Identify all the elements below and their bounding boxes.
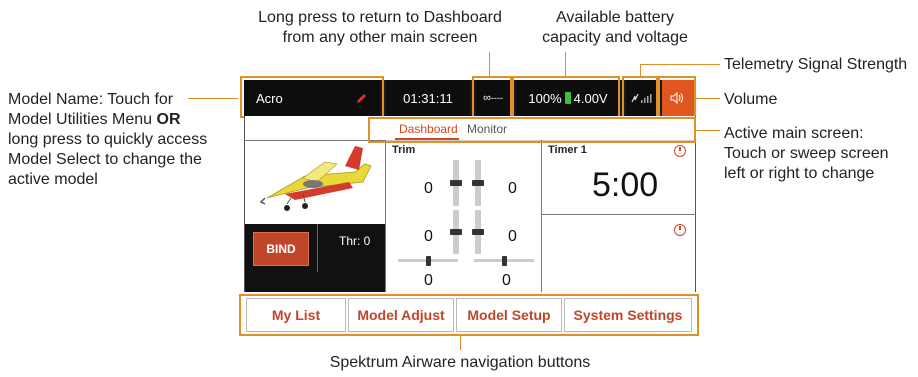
volume-callout: Volume <box>724 91 778 108</box>
trim-value-1: 0 <box>424 180 433 197</box>
model-setup-button[interactable]: Model Setup <box>456 298 562 332</box>
bottom-black-strip <box>245 272 385 292</box>
battery-callout: Available battery capacity and voltage <box>520 8 710 48</box>
model-name-callout-text: Model Utilities Menu <box>8 111 153 128</box>
bind-separator <box>317 224 318 272</box>
navigation-callout: Spektrum Airware navigation buttons <box>329 354 591 371</box>
timer2-clock-icon <box>674 224 686 236</box>
volume-connector <box>694 98 720 99</box>
dashboard-callout-line1: Long press to return to Dashboard <box>258 9 502 26</box>
trim-value-6: 0 <box>502 272 511 289</box>
timer2-panel[interactable] <box>541 214 696 292</box>
model-name-callout-line5: active model <box>8 171 98 188</box>
battery-callout-line2: capacity and voltage <box>542 29 688 46</box>
timer1-label: Timer 1 <box>548 144 587 156</box>
dashboard-callout-line2: from any other main screen <box>282 29 478 46</box>
battery-highlight <box>512 76 620 118</box>
trim-label: Trim <box>392 144 416 156</box>
battery-connector <box>565 52 566 76</box>
timer1-value: 5:00 <box>592 166 659 204</box>
model-name-callout: Model Name: Touch for Model Utilities Me… <box>8 90 228 190</box>
telemetry-highlight <box>622 76 658 118</box>
model-adjust-button[interactable]: Model Adjust <box>348 298 454 332</box>
trim-value-5: 0 <box>424 272 433 289</box>
trim-panel: Trim 0 0 0 0 0 0 <box>385 140 542 292</box>
model-name-callout-line2: Model Utilities Menu OR <box>8 110 228 130</box>
active-screen-callout-line3: left or right to change <box>724 165 875 182</box>
navigation-connector <box>460 336 461 350</box>
telemetry-callout: Telemetry Signal Strength <box>724 56 908 73</box>
dashboard-connector <box>489 52 490 76</box>
left-divider <box>245 140 385 141</box>
tabs-highlight <box>368 117 696 143</box>
active-screen-connector <box>696 130 720 131</box>
bind-button[interactable]: BIND <box>253 232 309 266</box>
trim-knob-4[interactable] <box>472 229 484 235</box>
trim-knob-6[interactable] <box>502 256 507 266</box>
model-name-highlight <box>240 76 384 118</box>
timer1-clock-icon <box>674 145 686 157</box>
trim-value-4: 0 <box>508 228 517 245</box>
trim-value-3: 0 <box>424 228 433 245</box>
model-name-callout-line3: long press to quickly access <box>8 131 208 148</box>
model-name-connector <box>188 98 238 99</box>
volume-highlight <box>658 76 696 118</box>
active-screen-callout: Active main screen: Touch or sweep scree… <box>724 124 914 184</box>
trim-value-2: 0 <box>508 180 517 197</box>
system-settings-button[interactable]: System Settings <box>564 298 692 332</box>
signal-highlight <box>472 76 512 118</box>
trim-knob-1[interactable] <box>450 180 462 186</box>
model-name-callout-line1: Model Name: Touch for <box>8 91 174 108</box>
active-screen-callout-line1: Active main screen: <box>724 125 864 142</box>
timer-display[interactable]: 01:31:11 <box>386 80 470 116</box>
battery-callout-line1: Available battery <box>556 9 674 26</box>
model-name-callout-or: OR <box>156 111 181 128</box>
dashboard-callout: Long press to return to Dashboard from a… <box>230 8 530 48</box>
telemetry-connector-h <box>640 64 720 65</box>
timer-panel[interactable]: Timer 1 5:00 <box>541 140 696 215</box>
trim-knob-2[interactable] <box>472 180 484 186</box>
system-timer: 01:31:11 <box>403 90 453 106</box>
telemetry-connector-v <box>640 64 641 76</box>
throttle-value: Thr: 0 <box>339 234 371 248</box>
my-list-button[interactable]: My List <box>246 298 346 332</box>
active-screen-callout-line2: Touch or sweep screen <box>724 145 889 162</box>
trim-knob-5[interactable] <box>426 256 431 266</box>
bind-panel: BIND Thr: 0 <box>245 224 385 272</box>
model-name-callout-line4: Model Select to change the <box>8 151 202 168</box>
trim-knob-3[interactable] <box>450 229 462 235</box>
airplane-icon <box>259 146 372 211</box>
model-image <box>245 142 385 224</box>
